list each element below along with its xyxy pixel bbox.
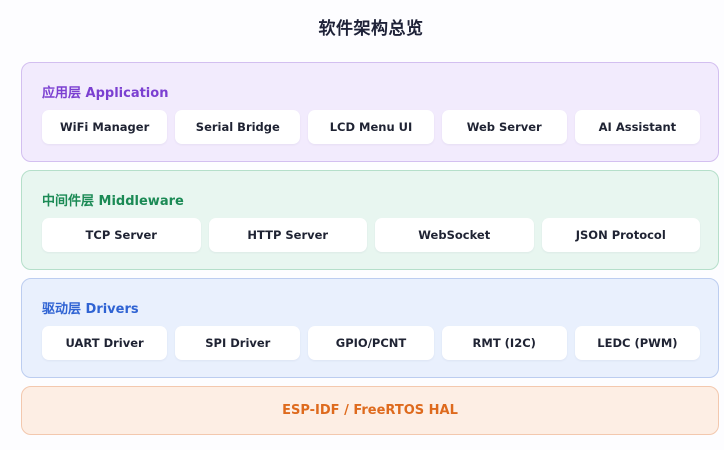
middleware-layer-label: 中间件层 Middleware (42, 194, 184, 209)
module-tcp-server: TCP Server (42, 218, 201, 252)
application-layer-label: 应用层 Application (42, 86, 169, 101)
hal-layer: ESP-IDF / FreeRTOS HAL (21, 386, 719, 435)
middleware-modules: TCP Server HTTP Server WebSocket JSON Pr… (42, 218, 700, 252)
drivers-layer: 驱动层 Drivers UART Driver SPI Driver GPIO/… (21, 278, 719, 378)
module-gpio-pcnt: GPIO/PCNT (308, 326, 434, 360)
drivers-layer-label: 驱动层 Drivers (42, 302, 139, 317)
module-lcd-menu-ui: LCD Menu UI (308, 110, 434, 144)
drivers-modules: UART Driver SPI Driver GPIO/PCNT RMT (I2… (42, 326, 701, 360)
module-http-server: HTTP Server (208, 218, 367, 252)
module-rmt-i2c: RMT (I2C) (441, 326, 567, 360)
application-modules: WiFi Manager Serial Bridge LCD Menu UI W… (42, 110, 701, 144)
module-ai-assistant: AI Assistant (574, 110, 701, 144)
middleware-layer: 中间件层 Middleware TCP Server HTTP Server W… (21, 170, 719, 270)
diagram-title: 软件架构总览 (318, 19, 424, 39)
module-wifi-manager: WiFi Manager (42, 110, 168, 144)
application-layer: 应用层 Application WiFi Manager Serial Brid… (21, 62, 719, 162)
module-json-protocol: JSON Protocol (541, 218, 700, 252)
module-spi-driver: SPI Driver (175, 326, 301, 360)
module-ledc-pwm: LEDC (PWM) (574, 326, 701, 360)
module-web-server: Web Server (441, 110, 567, 144)
module-serial-bridge: Serial Bridge (175, 110, 301, 144)
hal-layer-label: ESP-IDF / FreeRTOS HAL (282, 403, 458, 418)
module-websocket: WebSocket (375, 218, 534, 252)
module-uart-driver: UART Driver (42, 326, 168, 360)
